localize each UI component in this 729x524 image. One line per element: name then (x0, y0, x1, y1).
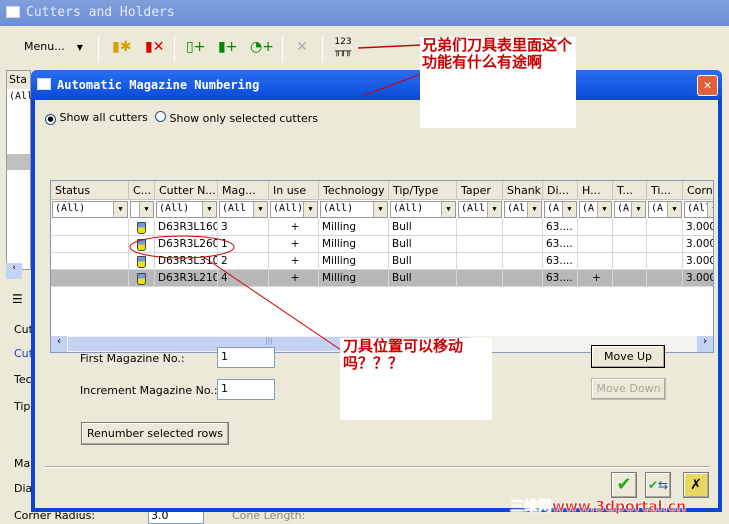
annotation-arrow-line (357, 44, 423, 49)
annotation-note-2-box: 刀具位置可以移动吗？？？ (340, 338, 492, 420)
annotation-arrow-line (204, 257, 345, 353)
annotation-note-2: 刀具位置可以移动吗？？？ (343, 337, 464, 372)
watermark: 三维网www.3dportal.cn (510, 499, 687, 516)
annotation-note-1: 兄弟们刀具表里面这个功能有什么有途啊 (420, 37, 576, 128)
annotation-lines (129, 44, 433, 353)
annotation-ellipse (129, 235, 235, 259)
